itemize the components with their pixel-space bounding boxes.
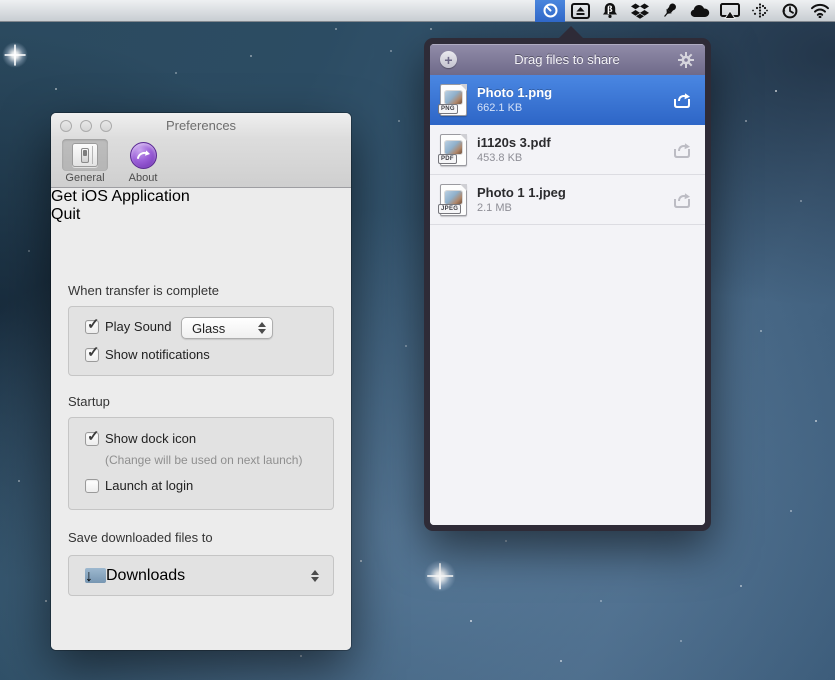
- notifications-checkbox[interactable]: ✓: [85, 348, 99, 362]
- dock-icon-row: ✓ Show dock icon: [85, 431, 196, 446]
- file-name: i1120s 3.pdf: [477, 135, 671, 150]
- checkmark: ✓: [87, 427, 100, 445]
- file-row[interactable]: PNG Photo 1.png 662.1 KB: [430, 75, 705, 125]
- notifications-label: Show notifications: [105, 347, 210, 362]
- share-icon: [672, 141, 692, 159]
- play-sound-row: ✓ Play Sound: [85, 319, 172, 334]
- share-icon: [672, 91, 692, 109]
- general-switch-icon: [72, 143, 98, 167]
- share-popover: + Drag files to share PNG Photo 1.png 66…: [424, 38, 711, 531]
- dock-note: (Change will be used on next launch): [105, 453, 302, 467]
- cloud-icon[interactable]: [685, 0, 715, 22]
- section-heading-save: Save downloaded files to: [68, 530, 213, 545]
- eject-box-icon[interactable]: [565, 0, 595, 22]
- checkmark: ✓: [87, 343, 100, 361]
- notifications-row: ✓ Show notifications: [85, 347, 210, 362]
- checkmark: ✓: [87, 315, 100, 333]
- desktop: β: [0, 0, 835, 680]
- share-button[interactable]: [671, 90, 693, 110]
- dock-icon-label: Show dock icon: [105, 431, 196, 446]
- gear-icon: [678, 52, 694, 68]
- popover-arrow: [558, 26, 584, 39]
- startup-groupbox: ✓ Show dock icon (Change will be used on…: [68, 417, 334, 510]
- tab-about[interactable]: About: [117, 139, 169, 184]
- beta-bell-icon[interactable]: β: [595, 0, 625, 22]
- wifi-icon[interactable]: [805, 0, 835, 22]
- sound-popup-button[interactable]: Glass: [181, 317, 273, 339]
- add-files-button[interactable]: +: [440, 51, 457, 68]
- file-name: Photo 1.png: [477, 85, 671, 100]
- launch-login-label: Launch at login: [105, 478, 193, 493]
- play-sound-label: Play Sound: [105, 319, 172, 334]
- pdf-file-icon: PDF: [440, 134, 467, 166]
- dropbox-icon[interactable]: [625, 0, 655, 22]
- share-icon: [672, 191, 692, 209]
- tab-general[interactable]: General: [59, 139, 111, 184]
- quit-button[interactable]: Quit: [51, 206, 351, 224]
- svg-text:β: β: [607, 5, 613, 15]
- file-list: PNG Photo 1.png 662.1 KB PDF: [430, 75, 705, 525]
- file-name: Photo 1 1.jpeg: [477, 185, 671, 200]
- window-title: Preferences: [51, 118, 351, 133]
- stepper-arrows-icon: [258, 322, 266, 334]
- app-clock-icon[interactable]: [535, 0, 565, 22]
- share-button[interactable]: [671, 190, 693, 210]
- launch-login-checkbox[interactable]: ✓: [85, 479, 99, 493]
- status-icons: β: [535, 0, 835, 22]
- drop-zone[interactable]: [430, 225, 705, 525]
- play-sound-checkbox[interactable]: ✓: [85, 320, 99, 334]
- file-row[interactable]: PDF i1120s 3.pdf 453.8 KB: [430, 125, 705, 175]
- section-heading-transfer: When transfer is complete: [68, 283, 219, 298]
- about-app-icon: [130, 142, 157, 169]
- share-button[interactable]: [671, 140, 693, 160]
- downloads-folder-icon: ↓: [85, 568, 106, 583]
- bluetooth-dots-icon[interactable]: [745, 0, 775, 22]
- file-row[interactable]: JPEG Photo 1 1.jpeg 2.1 MB: [430, 175, 705, 225]
- bright-star: [424, 560, 456, 592]
- prefs-content: When transfer is complete ✓ Play Sound G…: [51, 188, 351, 650]
- preferences-window: Preferences General About When transfer …: [51, 113, 351, 650]
- popover-title: Drag files to share: [457, 52, 677, 67]
- sound-popup-value: Glass: [192, 321, 225, 336]
- prefs-toolbar: General About: [51, 138, 351, 188]
- save-folder-value: Downloads: [106, 567, 185, 585]
- popover-header: + Drag files to share: [430, 44, 705, 75]
- stepper-arrows-icon: [311, 570, 319, 582]
- get-ios-button[interactable]: Get iOS Application: [51, 188, 351, 206]
- bright-star: [2, 42, 28, 68]
- title-bar[interactable]: Preferences: [51, 113, 351, 138]
- airplay-display-icon[interactable]: [715, 0, 745, 22]
- menu-bar: β: [0, 0, 835, 22]
- dock-icon-checkbox[interactable]: ✓: [85, 432, 99, 446]
- transfer-groupbox: ✓ Play Sound Glass ✓ Show notifications: [68, 306, 334, 376]
- file-size: 662.1 KB: [477, 102, 671, 114]
- section-heading-startup: Startup: [68, 394, 110, 409]
- file-size: 2.1 MB: [477, 202, 671, 214]
- launch-login-row: ✓ Launch at login: [85, 478, 193, 493]
- jpeg-file-icon: JPEG: [440, 184, 467, 216]
- save-folder-popup[interactable]: ↓ Downloads: [68, 555, 334, 596]
- time-machine-icon[interactable]: [775, 0, 805, 22]
- png-file-icon: PNG: [440, 84, 467, 116]
- file-size: 453.8 KB: [477, 152, 671, 164]
- settings-gear-button[interactable]: [677, 51, 695, 69]
- pin-icon[interactable]: [655, 0, 685, 22]
